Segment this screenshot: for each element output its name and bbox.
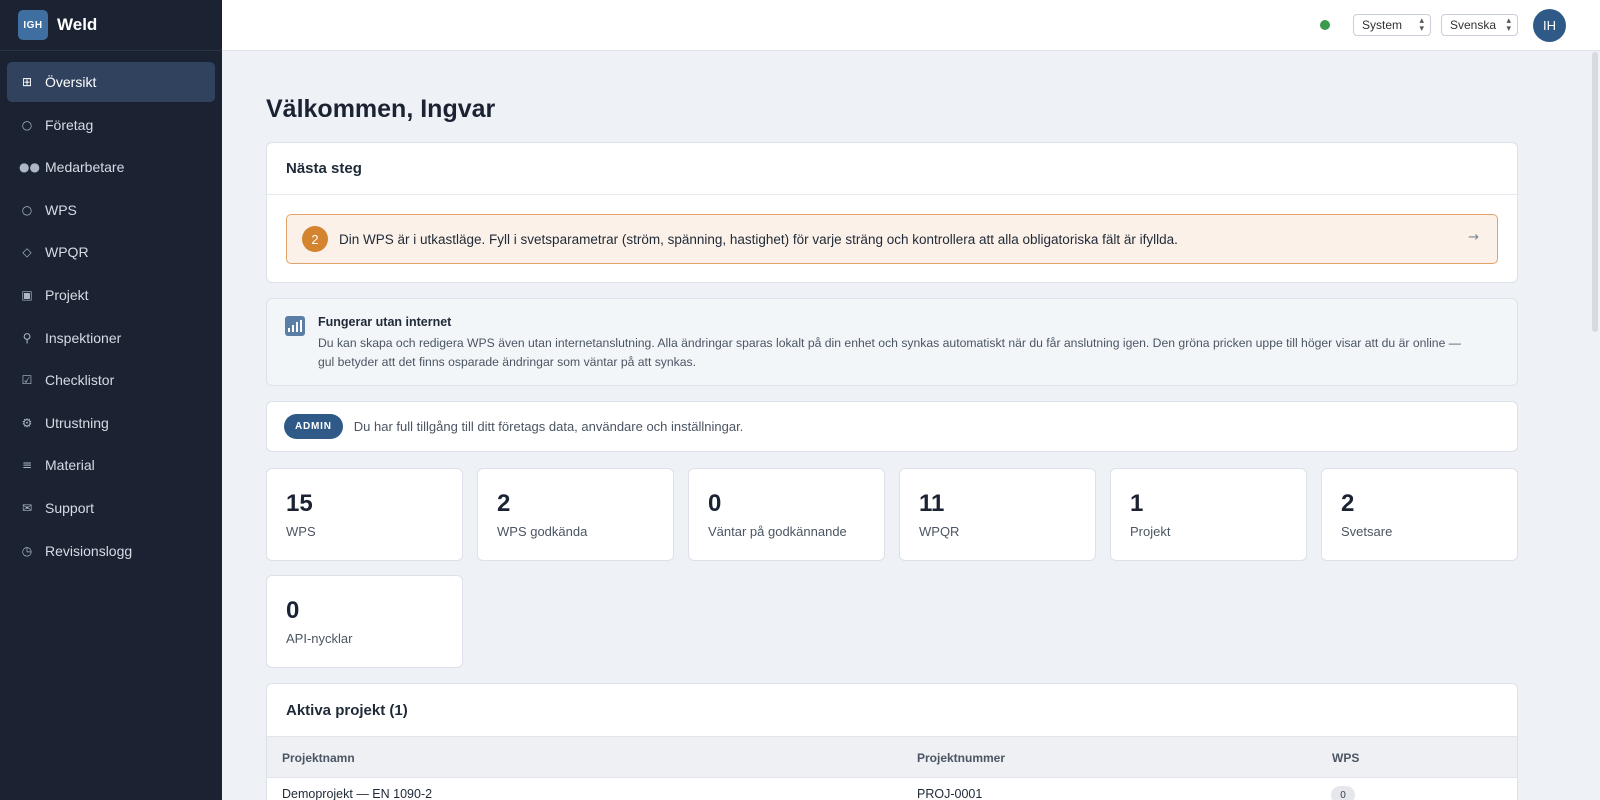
select-caret-icon: ▴ ▾	[1419, 16, 1424, 34]
offline-title: Fungerar utan internet	[318, 315, 452, 329]
sidebar-item-revisionslogg[interactable]: ◷ Revisionslogg	[7, 531, 215, 571]
sidebar-item-label: WPQR	[45, 244, 89, 261]
checkbox-icon: ☑	[21, 373, 33, 388]
stat-label: WPQR	[919, 524, 960, 539]
sidebar-item-label: Material	[45, 457, 95, 474]
project-number-cell: PROJ-0001	[917, 787, 983, 800]
column-header-wps[interactable]: WPS	[1332, 751, 1359, 765]
topbar: System ▴ ▾ Svenska ▴ ▾ IH	[222, 0, 1600, 51]
sidebar-item-inspektioner[interactable]: ⚲ Inspektioner	[7, 318, 215, 358]
next-steps-card: Nästa steg 2 Din WPS är i utkastläge. Fy…	[266, 142, 1518, 283]
brand-name: Weld	[57, 15, 98, 34]
project-name-cell[interactable]: Demoprojekt — EN 1090-2	[282, 787, 432, 800]
language-select[interactable]: Svenska ▴ ▾	[1441, 14, 1518, 36]
stat-label: Väntar på godkännande	[708, 524, 847, 539]
sidebar-item-label: Företag	[45, 116, 94, 133]
sidebar-item-medarbetare[interactable]: ●● Medarbetare	[7, 147, 215, 187]
magnifier-icon: ⚲	[22, 330, 32, 345]
select-caret-icon: ▴ ▾	[1506, 16, 1511, 34]
stat-value: 2	[497, 490, 511, 517]
stat-label: API-nycklar	[286, 631, 353, 646]
sidebar-item-foretag[interactable]: ○ Företag	[7, 105, 215, 145]
grid-icon: ⊞	[21, 75, 33, 89]
brand-logo: IGH	[18, 10, 48, 40]
arrow-right-icon: →	[1468, 230, 1479, 245]
sidebar-item-label: Revisionslogg	[45, 542, 133, 559]
sidebar-item-checklistor[interactable]: ☑ Checklistor	[7, 360, 215, 400]
stat-value: 15	[286, 490, 313, 517]
stat-label: WPS godkända	[497, 524, 588, 539]
column-header-name[interactable]: Projektnamn	[282, 751, 355, 765]
wps-count-badge: 0	[1331, 786, 1355, 800]
stat-card-wpqr[interactable]: 11 WPQR	[899, 468, 1096, 561]
users-icon: ●●	[19, 160, 40, 175]
avatar[interactable]: IH	[1533, 9, 1566, 42]
sidebar-item-label: Översikt	[45, 74, 97, 90]
page-title: Välkommen, Ingvar	[266, 95, 496, 123]
sidebar-nav: ⊞ Översikt ○ Företag ●● Medarbetare ○ WP…	[0, 51, 222, 571]
online-status-dot	[1320, 20, 1330, 30]
gear-icon: ⚙	[21, 415, 33, 430]
active-projects-card: Aktiva projekt (1) Projektnamn Projektnu…	[266, 683, 1518, 800]
scrollbar[interactable]	[1592, 52, 1598, 332]
sidebar-item-label: Inspektioner	[45, 329, 122, 346]
stat-card-projekt[interactable]: 1 Projekt	[1110, 468, 1307, 561]
mail-icon: ✉	[21, 500, 33, 515]
sidebar-item-label: Medarbetare	[45, 159, 125, 176]
square-icon: ▣	[21, 287, 33, 302]
next-step-item[interactable]: 2 Din WPS är i utkastläge. Fyll i svetsp…	[286, 214, 1498, 264]
stat-value: 2	[1341, 490, 1355, 517]
stat-value: 0	[708, 490, 722, 517]
clock-icon: ◷	[21, 543, 33, 558]
table-header: Projektnamn Projektnummer WPS	[267, 736, 1517, 778]
column-header-number[interactable]: Projektnummer	[917, 751, 1005, 765]
step-number-badge: 2	[302, 226, 328, 252]
stat-card-svetsare[interactable]: 2 Svetsare	[1321, 468, 1518, 561]
list-icon: ≡	[21, 458, 33, 473]
diamond-icon: ◇	[22, 245, 32, 260]
next-steps-heading: Nästa steg	[267, 143, 1517, 195]
language-select-value: Svenska	[1450, 18, 1497, 32]
step-text: Din WPS är i utkastläge. Fyll i svetspar…	[339, 231, 1178, 247]
role-text: Du har full tillgång till ditt företags …	[353, 419, 744, 434]
sidebar-item-label: WPS	[45, 201, 77, 218]
stat-card-pending[interactable]: 0 Väntar på godkännande	[688, 468, 885, 561]
sidebar-item-label: Checklistor	[45, 372, 115, 389]
stat-card-wps-approved[interactable]: 2 WPS godkända	[477, 468, 674, 561]
theme-select-value: System	[1362, 18, 1403, 32]
role-badge: ADMIN	[284, 414, 343, 439]
building-icon: ○	[21, 117, 33, 132]
sidebar: IGH Weld ⊞ Översikt ○ Företag ●● Medarbe…	[0, 0, 222, 800]
sidebar-item-label: Support	[45, 499, 95, 516]
stat-value: 11	[919, 490, 945, 517]
brand[interactable]: IGH Weld	[0, 0, 222, 51]
sidebar-item-utrustning[interactable]: ⚙ Utrustning	[7, 403, 215, 443]
sidebar-item-label: Projekt	[45, 286, 89, 303]
signal-icon	[285, 316, 305, 336]
offline-info-card: Fungerar utan internet Du kan skapa och …	[266, 298, 1518, 386]
sidebar-item-support[interactable]: ✉ Support	[7, 488, 215, 528]
sidebar-item-label: Utrustning	[45, 414, 109, 431]
sidebar-item-material[interactable]: ≡ Material	[7, 445, 215, 485]
stat-value: 0	[286, 597, 300, 624]
role-card: ADMIN Du har full tillgång till ditt för…	[266, 401, 1518, 452]
offline-text: Du kan skapa och redigera WPS även utan …	[318, 336, 1461, 369]
sidebar-item-projekt[interactable]: ▣ Projekt	[7, 275, 215, 315]
sidebar-item-wpqr[interactable]: ◇ WPQR	[7, 232, 215, 272]
sidebar-item-oversikt[interactable]: ⊞ Översikt	[7, 62, 215, 102]
stat-card-wps[interactable]: 15 WPS	[266, 468, 463, 561]
theme-select[interactable]: System ▴ ▾	[1353, 14, 1431, 36]
stat-label: WPS	[286, 524, 316, 539]
stat-label: Svetsare	[1341, 524, 1393, 539]
active-projects-heading: Aktiva projekt (1)	[286, 701, 408, 719]
stat-label: Projekt	[1130, 524, 1171, 539]
stat-value: 1	[1130, 490, 1144, 517]
circle-icon: ○	[21, 202, 33, 217]
stat-card-api-keys[interactable]: 0 API-nycklar	[266, 575, 463, 668]
sidebar-item-wps[interactable]: ○ WPS	[7, 190, 215, 230]
